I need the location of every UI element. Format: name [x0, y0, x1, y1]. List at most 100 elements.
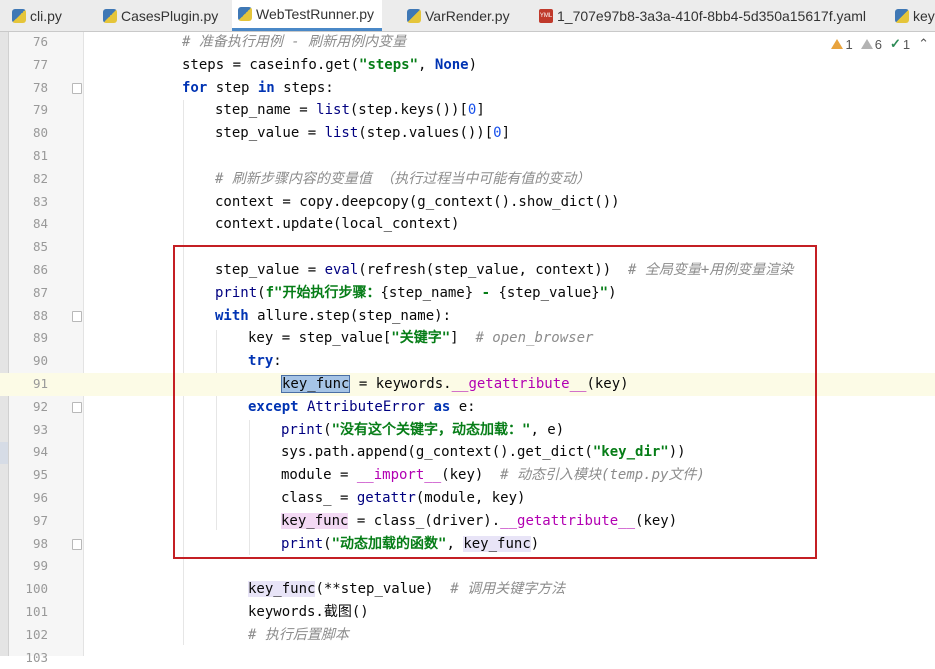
- comment: # 刷新步骤内容的变量值 （执行过程当中可能有值的变动）: [215, 170, 591, 187]
- code-token: step_name =: [215, 102, 317, 119]
- comment: # 调用关键字方法: [450, 581, 566, 598]
- tab-label: VarRender.py: [425, 7, 510, 24]
- tab-casesplugin-py[interactable]: CasesPlugin.py: [103, 0, 218, 31]
- code-line: 79 step_name = list(step.keys())[0]: [0, 99, 935, 122]
- line-number: 85: [32, 239, 48, 255]
- keyword-token: None: [434, 56, 469, 73]
- code-text: # 执行后置脚本: [248, 624, 349, 647]
- line-number: 76: [32, 34, 48, 49]
- python-file-icon: [895, 8, 909, 23]
- code-token: ]: [501, 125, 511, 142]
- code-line: 76 # 准备执行用例 - 刷新用例内变量: [0, 31, 935, 54]
- editor-tab-bar: cli.py CasesPlugin.py WebTestRunner.py V…: [0, 0, 935, 32]
- code-text: steps = caseinfo.get("steps", None): [182, 54, 477, 77]
- tab-label: 1_707e97b8-3a3a-410f-8bb4-5d350a15617f.y…: [557, 7, 867, 24]
- code-text: step_value = list(step.values())[0]: [215, 122, 510, 145]
- tab-cli-py[interactable]: cli.py: [12, 0, 62, 31]
- code-line: 84 context.update(local_context): [0, 213, 935, 236]
- line-number: 83: [32, 193, 48, 209]
- line-number: 84: [32, 216, 48, 232]
- code-token: (step.values())[: [358, 125, 494, 142]
- line-number: 82: [32, 170, 48, 186]
- code-line: 82 # 刷新步骤内容的变量值 （执行过程当中可能有值的变动）: [0, 168, 935, 191]
- line-number: 100: [25, 581, 48, 597]
- line-number: 96: [32, 490, 48, 505]
- tab-label: CasesPlugin.py: [121, 7, 219, 24]
- line-number: 77: [32, 56, 48, 72]
- tab-key[interactable]: key: [895, 0, 935, 31]
- code-token: ,: [418, 56, 435, 73]
- builtin-token: list: [316, 102, 350, 119]
- code-token: ): [468, 56, 478, 73]
- tab-webtestrunner-py[interactable]: WebTestRunner.py: [232, 0, 383, 31]
- code-text: # 准备执行用例 - 刷新用例内变量: [182, 31, 406, 54]
- line-number: 101: [25, 604, 48, 619]
- code-token: (step.keys())[: [349, 102, 468, 119]
- line-number: 97: [32, 512, 48, 528]
- string-token: "steps": [359, 56, 419, 73]
- code-line: 101 keywords.截图(): [0, 601, 935, 624]
- line-number: 86: [32, 262, 48, 277]
- code-text: keywords.截图(): [248, 604, 369, 620]
- line-number: 94: [32, 444, 48, 460]
- line-number: 80: [32, 125, 48, 141]
- code-line: 77 steps = caseinfo.get("steps", None): [0, 54, 935, 77]
- annotation-highlight-box: [173, 245, 817, 559]
- keyword-token: in: [257, 79, 275, 96]
- tab-label: key: [913, 7, 935, 24]
- line-number: 90: [32, 353, 48, 369]
- code-line: 83 context = copy.deepcopy(g_context().s…: [0, 191, 935, 214]
- code-text: for step in steps:: [182, 77, 334, 100]
- yaml-file-icon: YML: [539, 8, 553, 23]
- builtin-token: list: [324, 125, 359, 142]
- code-line: 100 key_func(**step_value) # 调用关键字方法: [0, 578, 935, 601]
- code-token: ]: [476, 102, 485, 119]
- code-line: 103: [0, 647, 935, 669]
- code-text: # 刷新步骤内容的变量值 （执行过程当中可能有值的变动）: [215, 168, 590, 191]
- code-token: steps:: [274, 79, 334, 96]
- fold-marker-icon[interactable]: [72, 538, 82, 550]
- highlighted-usage-token: key_func: [248, 581, 316, 598]
- line-number: 79: [32, 102, 48, 118]
- code-line: 78 for step in steps:: [0, 77, 935, 100]
- code-line: 80 step_value = list(step.values())[0]: [0, 122, 935, 145]
- line-number: 92: [32, 398, 48, 414]
- line-number: 98: [32, 535, 48, 551]
- line-number: 88: [32, 307, 48, 323]
- python-file-icon: [238, 7, 252, 21]
- tab-yaml-file[interactable]: YML 1_707e97b8-3a3a-410f-8bb4-5d350a1561…: [539, 0, 866, 31]
- code-token: step: [207, 79, 258, 96]
- line-number: 95: [32, 467, 48, 483]
- line-number: 103: [25, 649, 48, 665]
- python-file-icon: [12, 8, 26, 23]
- line-number: 81: [32, 148, 48, 163]
- line-number: 87: [32, 284, 48, 300]
- code-text: context = copy.deepcopy(g_context().show…: [215, 193, 620, 210]
- comment: # 准备执行用例 - 刷新用例内变量: [182, 34, 407, 50]
- code-token: (**step_value): [315, 581, 451, 598]
- code-line: 102 # 执行后置脚本: [0, 624, 935, 647]
- code-token: steps = caseinfo.get(: [182, 56, 360, 73]
- comment: # 执行后置脚本: [248, 626, 349, 643]
- fold-marker-icon[interactable]: [72, 401, 82, 413]
- line-number: 99: [32, 558, 48, 574]
- number-token: 0: [493, 125, 502, 142]
- python-file-icon: [407, 8, 421, 23]
- line-number: 78: [32, 79, 48, 95]
- code-token: step_value =: [215, 125, 325, 142]
- code-line: 81: [0, 145, 935, 168]
- code-text: step_name = list(step.keys())[0]: [215, 99, 485, 122]
- tab-label: cli.py: [30, 7, 62, 24]
- line-number: 91: [32, 376, 48, 391]
- fold-marker-icon[interactable]: [72, 82, 82, 94]
- line-number: 102: [25, 626, 48, 642]
- code-text: key_func(**step_value) # 调用关键字方法: [248, 578, 565, 601]
- code-text: context.update(local_context): [215, 216, 460, 233]
- line-number: 89: [32, 330, 48, 346]
- keyword-token: for: [182, 79, 208, 96]
- python-file-icon: [103, 8, 117, 23]
- fold-marker-icon[interactable]: [72, 310, 82, 322]
- line-number: 93: [32, 421, 48, 437]
- tab-label: WebTestRunner.py: [256, 6, 375, 22]
- tab-varrender-py[interactable]: VarRender.py: [407, 0, 510, 31]
